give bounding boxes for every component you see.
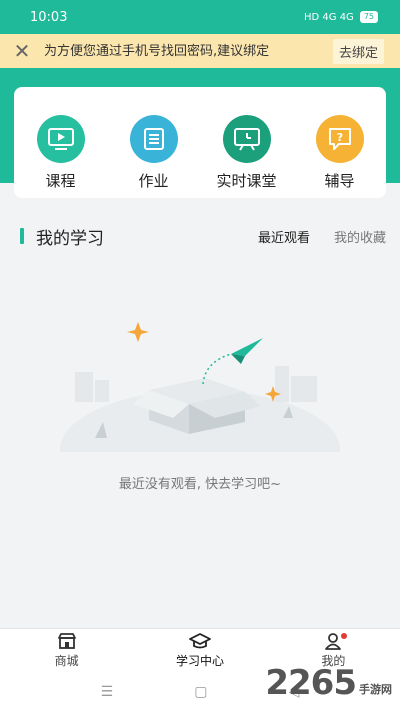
menu-label: 实时课堂 (216, 172, 277, 190)
live-class-icon (222, 115, 271, 163)
status-bar: 10:03 HD 4G 4G 75 (0, 0, 400, 34)
section-title: 我的学习 (36, 228, 104, 249)
watermark-number: 2265 (265, 663, 357, 703)
nav-item-study-center[interactable]: 学习中心 (133, 629, 266, 672)
status-time: 10:03 (30, 9, 68, 25)
watermark-site: 手游网 (359, 683, 392, 696)
tab-my-favorites[interactable]: 我的收藏 (334, 227, 386, 246)
nav-item-store[interactable]: 商城 (0, 629, 133, 672)
menu-item-course[interactable]: 课程 (21, 115, 101, 191)
empty-state-text: 最近没有观看, 快去学习吧~ (118, 477, 282, 492)
network-indicators: HD 4G 4G (304, 11, 354, 23)
home-icon[interactable]: ▢ (194, 684, 207, 700)
svg-text:?: ? (336, 131, 342, 144)
list-doc-icon (129, 115, 178, 163)
nav-label: 商城 (54, 654, 79, 668)
quick-menu-card: 课程 作业 实时课堂 ? 辅导 (14, 87, 386, 198)
play-screen-icon (36, 115, 85, 163)
menu-label: 辅导 (324, 172, 355, 190)
question-chat-icon: ? (315, 115, 364, 163)
section-accent-bar (20, 228, 24, 244)
bind-phone-banner: ✕ 为方便您通过手机号找回密码,建议绑定 去绑定 (0, 34, 400, 68)
nav-label: 学习中心 (175, 654, 224, 668)
study-section-header: 我的学习 最近观看 我的收藏 (14, 212, 386, 260)
menu-item-live-class[interactable]: 实时课堂 (207, 115, 287, 191)
battery-icon: 75 (359, 11, 378, 23)
tab-recently-watched[interactable]: 最近观看 (258, 227, 310, 246)
menu-label: 作业 (138, 172, 169, 190)
notification-dot (340, 633, 347, 639)
graduation-cap-icon (189, 633, 211, 649)
menu-label: 课程 (45, 172, 76, 190)
menu-item-tutoring[interactable]: ? 辅导 (300, 115, 380, 191)
close-icon[interactable]: ✕ (0, 39, 44, 63)
store-icon (57, 633, 76, 649)
status-indicators: HD 4G 4G 75 (304, 11, 378, 23)
watermark: 2265 手游网 (265, 663, 392, 703)
banner-text: 为方便您通过手机号找回密码,建议绑定 (44, 43, 270, 59)
menu-item-homework[interactable]: 作业 (114, 115, 194, 191)
bind-button[interactable]: 去绑定 (332, 38, 384, 64)
empty-state-illustration (55, 310, 345, 510)
menu-icon[interactable]: ☰ (101, 684, 114, 700)
